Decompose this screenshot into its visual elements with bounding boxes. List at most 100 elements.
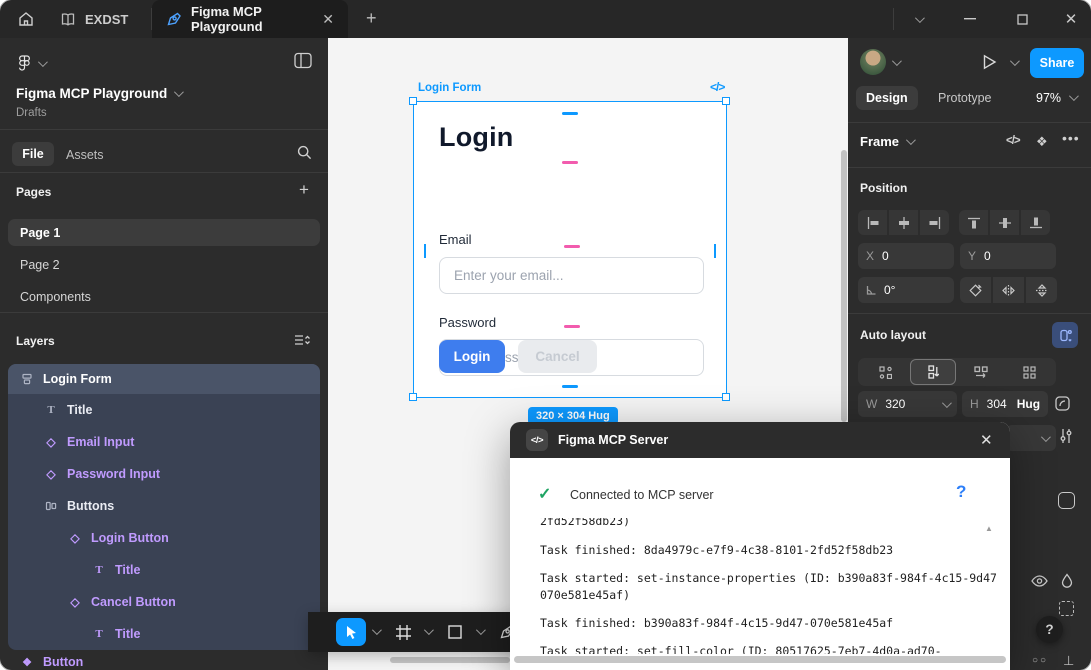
style-swatch-icon[interactable] xyxy=(1058,492,1075,509)
selection-handle[interactable] xyxy=(409,97,417,105)
chevron-down-icon[interactable] xyxy=(424,625,434,635)
close-window-button[interactable]: ✕ xyxy=(1049,0,1091,38)
sliders-icon[interactable] xyxy=(1059,428,1073,444)
more-options-icon[interactable]: ••• xyxy=(1062,130,1080,146)
tab-exdst[interactable]: EXDST xyxy=(60,0,128,38)
page-item[interactable]: Page 1 xyxy=(8,219,320,246)
login-form-frame[interactable]: Login Email Enter your email... Password… xyxy=(413,101,727,398)
form-title[interactable]: Login xyxy=(439,122,513,153)
chevron-down-icon[interactable] xyxy=(174,87,184,97)
layout-none-button[interactable] xyxy=(862,359,908,385)
flip-horizontal-icon[interactable] xyxy=(993,277,1024,303)
blend-droplet-icon[interactable] xyxy=(1061,573,1073,588)
password-label[interactable]: Password xyxy=(439,315,496,330)
zoom-level[interactable]: 97% xyxy=(1036,91,1061,105)
dialog-header[interactable]: </> Figma MCP Server ✕ xyxy=(510,422,1010,458)
canvas-horizontal-scrollbar[interactable] xyxy=(390,657,510,663)
chevron-down-icon[interactable] xyxy=(476,625,486,635)
selection-handle[interactable] xyxy=(722,393,730,401)
layout-wrap-button[interactable] xyxy=(1006,359,1052,385)
layer-row-title[interactable]: TTitle xyxy=(8,554,320,586)
collapse-layers-icon[interactable] xyxy=(294,334,310,346)
login-button[interactable]: Login xyxy=(439,340,505,373)
tab-assets[interactable]: Assets xyxy=(66,148,104,162)
align-vertical-center-button[interactable] xyxy=(990,210,1019,235)
layer-row-login-button[interactable]: ◇Login Button xyxy=(8,522,320,554)
y-position-field[interactable]: Y0 xyxy=(960,243,1056,269)
rectangle-tool[interactable] xyxy=(440,618,470,646)
window-menu-chevron-icon[interactable] xyxy=(896,0,940,38)
align-right-button[interactable] xyxy=(920,210,949,235)
width-field[interactable]: W320 xyxy=(858,391,957,417)
tab-design[interactable]: Design xyxy=(856,86,918,110)
avatar[interactable] xyxy=(860,49,886,75)
selection-handle[interactable] xyxy=(409,393,417,401)
height-field[interactable]: H304 Hug xyxy=(962,391,1048,417)
page-item[interactable]: Components xyxy=(8,283,320,310)
corner-radius-icon[interactable] xyxy=(1055,396,1070,411)
layer-row-email-input[interactable]: ◇Email Input xyxy=(8,426,320,458)
frame-label[interactable]: Login Form xyxy=(418,82,481,94)
figma-logo-icon[interactable] xyxy=(17,55,32,71)
document-title[interactable]: Figma MCP Playground xyxy=(16,86,167,101)
help-button[interactable]: ? xyxy=(1036,616,1063,643)
align-left-button[interactable] xyxy=(858,210,887,235)
layer-row-login-form[interactable]: Login Form xyxy=(8,364,320,394)
tab-figma-mcp-playground[interactable]: Figma MCP Playground ✕ xyxy=(152,0,348,38)
share-button[interactable]: Share xyxy=(1030,48,1084,78)
chevron-down-icon[interactable] xyxy=(906,135,916,145)
chevron-down-icon[interactable] xyxy=(1010,56,1020,66)
auto-layout-toggle[interactable] xyxy=(1052,322,1078,348)
maximize-button[interactable] xyxy=(1000,0,1044,38)
home-icon[interactable] xyxy=(17,10,35,28)
x-position-field[interactable]: X0 xyxy=(858,243,954,269)
chevron-down-icon[interactable] xyxy=(372,625,382,635)
selection-handle[interactable] xyxy=(722,97,730,105)
tab-file[interactable]: File xyxy=(12,142,54,166)
rotation-field[interactable]: 0° xyxy=(858,277,954,303)
layer-row-cancel-button[interactable]: ◇Cancel Button xyxy=(8,586,320,618)
chevron-down-icon[interactable] xyxy=(38,57,48,67)
move-tool[interactable] xyxy=(336,618,366,646)
layer-row-button[interactable]: ❖Button xyxy=(8,646,320,670)
flip-vertical-icon[interactable] xyxy=(1026,277,1057,303)
frame-tool[interactable] xyxy=(388,618,418,646)
help-icon[interactable]: ? xyxy=(956,482,966,502)
document-location[interactable]: Drafts xyxy=(16,107,47,119)
layer-row-buttons[interactable]: Buttons xyxy=(8,490,320,522)
align-bottom-button[interactable] xyxy=(1021,210,1050,235)
scroll-up-icon[interactable]: ▲ xyxy=(985,524,993,533)
tab-prototype[interactable]: Prototype xyxy=(938,91,992,105)
email-input[interactable]: Enter your email... xyxy=(439,257,704,294)
partial-dropdown-field[interactable] xyxy=(1006,425,1056,451)
present-play-icon[interactable] xyxy=(982,54,997,70)
close-tab-icon[interactable]: ✕ xyxy=(322,11,334,28)
server-log[interactable]: 2fd52f58db23)Task finished: 8da4979c-e7f… xyxy=(528,518,996,654)
cancel-button[interactable]: Cancel xyxy=(518,340,597,373)
align-top-button[interactable] xyxy=(959,210,988,235)
search-icon[interactable] xyxy=(297,145,312,160)
log-horizontal-scrollbar[interactable] xyxy=(514,656,1006,663)
add-page-icon[interactable]: + xyxy=(299,180,309,200)
layer-row-password-input[interactable]: ◇Password Input xyxy=(8,458,320,490)
email-label[interactable]: Email xyxy=(439,232,472,247)
layer-row-title[interactable]: TTitle xyxy=(8,394,320,426)
minimize-button[interactable] xyxy=(948,0,992,38)
eye-icon[interactable] xyxy=(1031,575,1048,587)
new-tab-icon[interactable]: + xyxy=(366,8,377,29)
layout-horizontal-button[interactable] xyxy=(958,359,1004,385)
chevron-down-icon[interactable] xyxy=(892,56,902,66)
align-horizontal-center-button[interactable] xyxy=(889,210,918,235)
rotate-icon[interactable] xyxy=(960,277,991,303)
dev-mode-code-icon[interactable]: </> xyxy=(710,80,724,94)
close-dialog-icon[interactable]: ✕ xyxy=(980,431,993,449)
chevron-down-icon[interactable] xyxy=(1069,91,1079,101)
page-item[interactable]: Page 2 xyxy=(8,251,320,278)
dashed-selection-icon[interactable] xyxy=(1059,601,1074,616)
dev-mode-icon[interactable]: </> xyxy=(1006,135,1020,147)
layout-vertical-button[interactable] xyxy=(910,359,956,385)
toggle-panel-icon[interactable] xyxy=(294,52,312,69)
frame-section-header[interactable]: Frame xyxy=(860,134,899,149)
canvas-vertical-scrollbar[interactable] xyxy=(841,150,847,422)
component-icon[interactable]: ❖ xyxy=(1036,134,1048,150)
